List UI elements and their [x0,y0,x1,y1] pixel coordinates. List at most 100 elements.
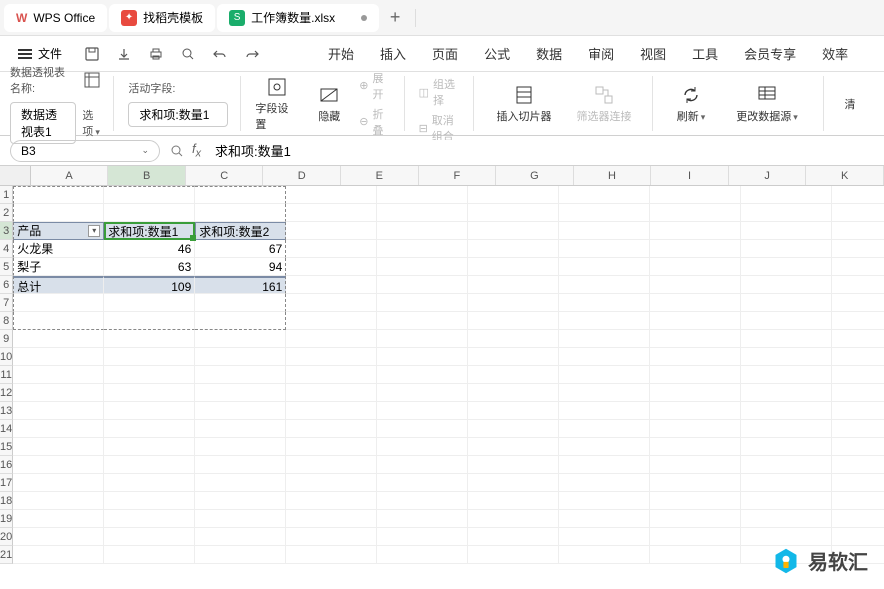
rowhead-13[interactable]: 13 [0,402,13,420]
cell[interactable] [195,366,286,384]
rowhead-14[interactable]: 14 [0,420,13,438]
colhead-E[interactable]: E [341,166,419,185]
cell[interactable] [377,240,468,258]
cell[interactable] [377,474,468,492]
fx-button[interactable]: fx [192,141,201,160]
select-all-corner[interactable] [0,166,31,185]
cell[interactable] [741,474,832,492]
hide-button[interactable]: 隐藏 [307,84,351,124]
cell[interactable] [286,420,377,438]
rowhead-19[interactable]: 19 [0,510,13,528]
cell[interactable] [195,186,286,204]
cell[interactable] [286,312,377,330]
pivot-name-button[interactable]: 数据透视表1 [10,102,76,144]
colhead-A[interactable]: A [31,166,109,185]
cell[interactable] [104,366,195,384]
cell[interactable] [377,402,468,420]
cell[interactable] [468,294,559,312]
file-menu-button[interactable]: 文件 [8,41,72,66]
cell[interactable] [104,402,195,420]
filter-dropdown-icon[interactable]: ▾ [88,225,100,237]
rowhead-8[interactable]: 8 [0,312,13,330]
cell[interactable] [104,546,195,564]
cell[interactable]: 67 [195,240,286,258]
cell[interactable] [468,456,559,474]
cell[interactable]: 火龙果 [13,240,104,258]
cell[interactable] [559,258,650,276]
cell[interactable] [832,402,884,420]
cell[interactable] [468,366,559,384]
rowhead-21[interactable]: 21 [0,546,13,564]
cell[interactable] [741,402,832,420]
cell[interactable]: 63 [104,258,195,276]
cell[interactable] [650,276,741,294]
cell[interactable]: 梨子 [13,258,104,276]
colhead-J[interactable]: J [729,166,807,185]
cell[interactable] [650,456,741,474]
cell[interactable] [650,492,741,510]
cell[interactable] [741,294,832,312]
cell[interactable] [13,420,104,438]
cell[interactable] [650,366,741,384]
cell[interactable] [832,456,884,474]
cell[interactable] [650,474,741,492]
cell[interactable] [286,474,377,492]
cell[interactable] [741,330,832,348]
cell[interactable] [832,276,884,294]
group-selection-button[interactable]: ◫ 组选择 [419,76,461,108]
cell[interactable] [286,222,377,240]
colhead-H[interactable]: H [574,166,652,185]
cell[interactable] [195,402,286,420]
cell[interactable] [13,492,104,510]
cell[interactable] [377,348,468,366]
redo-button[interactable] [240,42,264,66]
cell[interactable] [104,510,195,528]
cell[interactable] [195,492,286,510]
cell[interactable] [741,276,832,294]
cell[interactable] [741,312,832,330]
cell[interactable] [468,384,559,402]
cell[interactable] [741,366,832,384]
cell[interactable] [741,348,832,366]
cell[interactable] [650,438,741,456]
cell[interactable] [286,528,377,546]
cell[interactable] [468,186,559,204]
cell[interactable] [286,384,377,402]
cell[interactable]: 产品▾ [13,222,104,240]
cell[interactable] [195,510,286,528]
cell[interactable] [286,546,377,564]
cell[interactable] [832,312,884,330]
cell[interactable] [559,294,650,312]
colhead-K[interactable]: K [806,166,884,185]
cell[interactable] [195,528,286,546]
cell[interactable] [832,294,884,312]
cell[interactable] [468,420,559,438]
cell[interactable] [559,186,650,204]
cell[interactable] [13,456,104,474]
new-tab-button[interactable]: + [381,4,409,32]
cell[interactable] [13,348,104,366]
rowhead-12[interactable]: 12 [0,384,13,402]
rowhead-3[interactable]: 3 [0,222,13,240]
cell[interactable] [468,402,559,420]
undo-button[interactable] [208,42,232,66]
rowhead-18[interactable]: 18 [0,492,13,510]
cell[interactable] [13,384,104,402]
cell[interactable] [832,474,884,492]
cell[interactable] [468,276,559,294]
clear-button[interactable]: 清 [838,96,862,112]
cell[interactable] [195,330,286,348]
cell[interactable] [741,438,832,456]
cell[interactable] [104,492,195,510]
cell[interactable] [650,420,741,438]
cell[interactable] [650,312,741,330]
cell[interactable] [832,186,884,204]
ribbon-tab-review[interactable]: 审阅 [584,38,618,69]
cell[interactable] [468,510,559,528]
cell[interactable] [195,438,286,456]
cell[interactable] [13,312,104,330]
cell[interactable] [286,186,377,204]
cell[interactable] [650,510,741,528]
cell[interactable] [195,204,286,222]
cell[interactable] [468,330,559,348]
